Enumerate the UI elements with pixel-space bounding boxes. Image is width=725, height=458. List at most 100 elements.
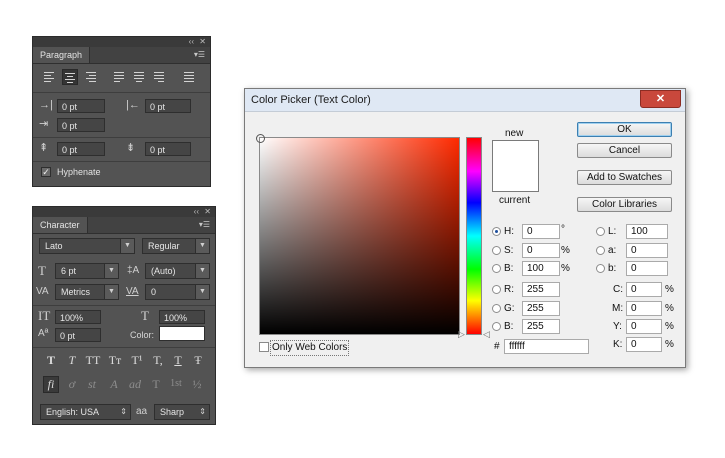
strikethrough-button[interactable]: Ŧ	[191, 353, 205, 367]
ok-button[interactable]: OK	[577, 122, 672, 137]
swash-button[interactable]: A	[107, 377, 121, 391]
font-size-dropdown[interactable]: 6 pt ▼	[55, 263, 119, 279]
close-icon[interactable]: ✕	[204, 207, 211, 217]
current-color-swatch[interactable]	[492, 166, 539, 192]
vertical-scale-icon: IT	[38, 308, 51, 323]
horizontal-scale-field[interactable]: 100%	[159, 310, 205, 324]
hyphenate-checkbox[interactable]: ✓	[41, 167, 51, 177]
language-dropdown[interactable]: English: USA ⇕	[40, 404, 131, 420]
lightness-radio[interactable]	[596, 227, 605, 236]
ligatures-button[interactable]: fi	[43, 376, 59, 393]
only-web-colors-checkbox[interactable]	[259, 342, 269, 352]
fractions-button[interactable]: ½	[190, 377, 204, 391]
collapse-icon[interactable]: ‹‹	[194, 207, 199, 217]
lab-b-field[interactable]: 0	[626, 261, 668, 276]
antialias-dropdown[interactable]: Sharp ⇕	[154, 404, 210, 420]
green-field[interactable]: 255	[522, 301, 560, 316]
font-family-value: Lato	[45, 241, 63, 251]
close-icon[interactable]: ✕	[199, 37, 206, 47]
ordinals-button[interactable]: 1st	[167, 377, 185, 391]
color-field[interactable]	[256, 134, 460, 335]
hex-label: #	[494, 341, 500, 352]
lab-a-field[interactable]: 0	[626, 243, 668, 258]
color-field-cursor[interactable]	[256, 134, 265, 143]
align-center-button[interactable]	[62, 69, 78, 85]
text-color-swatch[interactable]	[159, 326, 205, 341]
indent-right-field[interactable]: 0 pt	[145, 99, 191, 113]
space-after-icon: ⇟	[126, 142, 136, 154]
subscript-button[interactable]: T,	[150, 353, 166, 367]
blue-radio[interactable]	[492, 322, 501, 331]
current-color-label: current	[499, 195, 531, 206]
indent-first-line-field[interactable]: 0 pt	[57, 118, 105, 132]
saturation-field[interactable]: 0	[522, 243, 560, 258]
cancel-button[interactable]: Cancel	[577, 143, 672, 158]
black-label: K:	[613, 339, 623, 350]
leading-dropdown[interactable]: (Auto) ▼	[145, 263, 210, 279]
hex-field[interactable]: ffffff	[504, 339, 589, 354]
superscript-button[interactable]: T¹	[128, 353, 146, 367]
brightness-unit: %	[561, 263, 570, 274]
brightness-field[interactable]: 100	[522, 261, 560, 276]
hue-slider-handle-left[interactable]: ▷	[458, 329, 465, 340]
titling-alternates-button[interactable]: T	[149, 377, 163, 391]
black-field[interactable]: 0	[626, 337, 662, 352]
close-button[interactable]: ✕	[640, 90, 681, 108]
indent-left-field[interactable]: 0 pt	[57, 99, 105, 113]
old-style-button[interactable]: ơ	[65, 377, 79, 391]
tab-paragraph[interactable]: Paragraph	[33, 47, 91, 63]
collapse-icon[interactable]: ‹‹	[189, 37, 194, 47]
panel-menu-icon[interactable]: ▾☰	[199, 220, 210, 229]
green-radio[interactable]	[492, 304, 501, 313]
small-caps-button[interactable]: Tт	[106, 353, 124, 367]
hue-field[interactable]: 0	[522, 224, 560, 239]
font-style-dropdown[interactable]: Regular ▼	[142, 238, 210, 254]
stylistic-alternates-button[interactable]: ad	[127, 377, 143, 391]
brightness-label: B:	[504, 263, 514, 274]
panel-menu-icon[interactable]: ▾☰	[194, 50, 205, 59]
faux-bold-button[interactable]: T	[44, 353, 58, 367]
blue-field[interactable]: 255	[522, 319, 560, 334]
kerning-dropdown[interactable]: Metrics ▼	[55, 284, 119, 300]
space-before-field[interactable]: 0 pt	[57, 142, 105, 156]
hue-radio[interactable]	[492, 227, 501, 236]
all-caps-button[interactable]: TT	[84, 353, 102, 367]
discretionary-ligatures-button[interactable]: st	[85, 377, 99, 391]
space-after-field[interactable]: 0 pt	[145, 142, 191, 156]
panel-tabbar: Paragraph ▾☰	[33, 47, 210, 64]
underline-button[interactable]: T	[171, 353, 185, 367]
color-libraries-button[interactable]: Color Libraries	[577, 197, 672, 212]
hue-slider[interactable]	[466, 137, 482, 335]
kerning-icon: VA	[36, 286, 49, 297]
add-to-swatches-button[interactable]: Add to Swatches	[577, 170, 672, 185]
faux-italic-button[interactable]: T	[65, 353, 79, 367]
justify-all-button[interactable]	[181, 69, 197, 85]
leading-value: (Auto)	[151, 266, 176, 276]
justify-last-right-button[interactable]	[151, 69, 167, 85]
hue-slider-handle-right[interactable]: ◁	[483, 329, 490, 340]
cyan-unit: %	[665, 284, 674, 295]
lightness-field[interactable]: 100	[626, 224, 668, 239]
paragraph-panel: ‹‹ ✕ Paragraph ▾☰ →| 0 pt |← 0 pt ⇥ 0 pt…	[32, 36, 211, 187]
lab-a-radio[interactable]	[596, 246, 605, 255]
justify-last-left-button[interactable]	[111, 69, 127, 85]
brightness-radio[interactable]	[492, 264, 501, 273]
vertical-scale-field[interactable]: 100%	[55, 310, 101, 324]
baseline-shift-field[interactable]: 0 pt	[55, 328, 101, 342]
align-left-button[interactable]	[41, 69, 57, 85]
red-field[interactable]: 255	[522, 282, 560, 297]
cyan-field[interactable]: 0	[626, 282, 662, 297]
magenta-field[interactable]: 0	[626, 301, 662, 316]
red-radio[interactable]	[492, 285, 501, 294]
font-family-dropdown[interactable]: Lato ▼	[39, 238, 135, 254]
tab-character[interactable]: Character	[33, 217, 88, 233]
saturation-radio[interactable]	[492, 246, 501, 255]
lab-b-radio[interactable]	[596, 264, 605, 273]
tracking-dropdown[interactable]: 0 ▼	[145, 284, 210, 300]
divider	[33, 92, 210, 93]
yellow-field[interactable]: 0	[626, 319, 662, 334]
indent-right-icon: |←	[126, 99, 140, 111]
align-right-button[interactable]	[83, 69, 99, 85]
chevron-down-icon: ▼	[195, 239, 209, 253]
justify-last-center-button[interactable]	[131, 69, 147, 85]
